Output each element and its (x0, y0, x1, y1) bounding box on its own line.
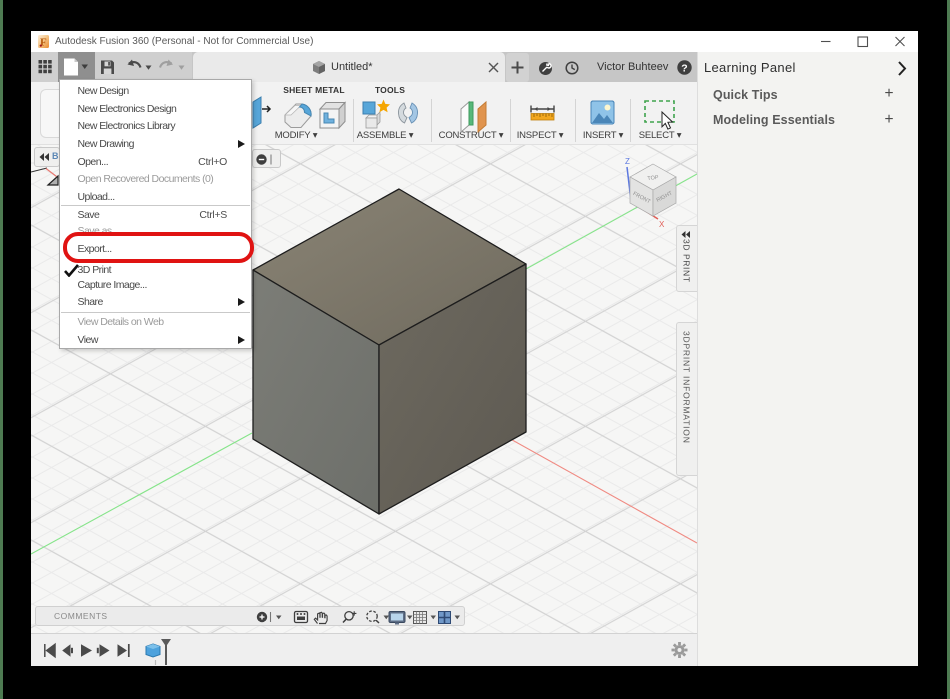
svg-text:Z: Z (625, 157, 630, 166)
svg-text:X: X (659, 220, 665, 229)
svg-text:?: ? (681, 62, 687, 74)
